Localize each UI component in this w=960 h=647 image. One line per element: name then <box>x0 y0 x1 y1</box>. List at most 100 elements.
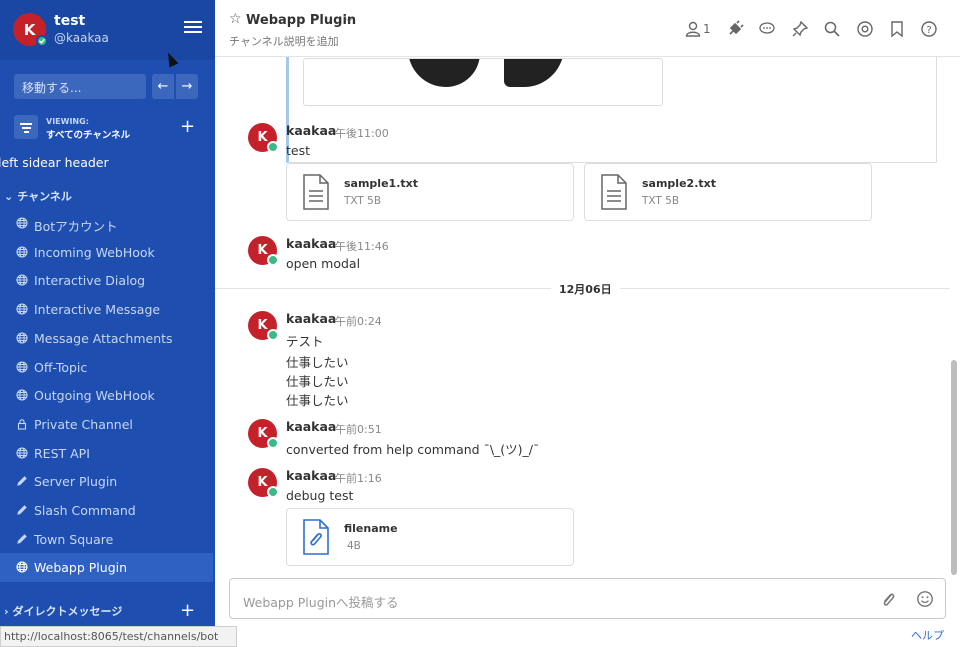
help-icon[interactable]: ? <box>920 20 938 38</box>
channel-label: Slash Command <box>34 503 136 518</box>
online-status-icon <box>36 35 48 47</box>
globe-icon <box>16 332 28 344</box>
sidebar-channel-item[interactable]: Server Plugin <box>0 467 213 496</box>
status-url: http://localhost:8065/test/channels/bot <box>0 626 237 647</box>
channel-label: Town Square <box>34 531 114 547</box>
sidebar-channel-item[interactable]: Botアカウント <box>0 209 213 238</box>
emoji-icon[interactable] <box>916 590 934 608</box>
file-meta: TXT 5B <box>344 195 382 207</box>
direct-messages-title[interactable]: › ダイレクトメッセージ <box>4 603 122 619</box>
svg-text:?: ? <box>926 25 931 36</box>
hamburger-menu-icon[interactable] <box>184 21 202 35</box>
sidebar-channel-item[interactable]: REST API <box>0 439 213 468</box>
help-link[interactable]: ヘルプ <box>911 627 944 643</box>
post-author[interactable]: kaakaa <box>286 311 336 326</box>
sidebar-channel-item[interactable]: Interactive Message <box>0 295 213 324</box>
message-attachment <box>286 57 937 163</box>
file-attachment[interactable]: filename 4B <box>286 508 574 566</box>
sidebar-channel-item[interactable]: Webapp Plugin <box>0 553 213 583</box>
channel-label: Interactive Message <box>34 302 161 318</box>
globe-icon <box>16 561 28 573</box>
channel-label: Off-Topic <box>34 359 88 375</box>
online-status-icon <box>267 437 279 449</box>
channel-label: Interactive Dialog <box>34 273 146 289</box>
back-arrow-icon[interactable]: ← <box>152 74 174 99</box>
channel-label: Server Plugin <box>34 474 118 490</box>
post-author[interactable]: kaakaa <box>286 419 336 434</box>
pencil-icon <box>16 475 28 487</box>
sidebar-channel-item[interactable]: Interactive Dialog <box>0 266 213 295</box>
post-text: open modal <box>286 256 361 271</box>
favorite-star-icon[interactable]: ☆ <box>229 11 242 27</box>
channel-label: Incoming WebHook <box>34 244 155 260</box>
sidebar-channel-item[interactable]: Town Square <box>0 525 213 554</box>
sidebar-channel-item[interactable]: Slash Command <box>0 496 213 525</box>
channel-label: REST API <box>34 445 90 461</box>
post-author[interactable]: kaakaa <box>286 468 336 483</box>
post-text: 仕事したい <box>286 355 349 370</box>
text-file-icon <box>601 174 627 210</box>
online-status-icon <box>267 254 279 266</box>
sidebar-channel-item[interactable]: Incoming WebHook <box>0 238 213 267</box>
globe-icon <box>16 303 28 315</box>
attachment-image[interactable] <box>303 58 663 106</box>
channel-label: Webapp Plugin <box>34 560 128 576</box>
post-author[interactable]: kaakaa <box>286 236 336 251</box>
globe-icon <box>16 389 28 401</box>
sidebar-channel-item[interactable]: Private Channel <box>0 410 213 439</box>
member-icon[interactable] <box>684 20 702 38</box>
sidebar: K test @kaakaa 移動する... ← → VIEWING: すべての… <box>0 0 215 647</box>
sidebar-channel-item[interactable]: Outgoing WebHook <box>0 381 213 410</box>
pencil-icon <box>16 533 28 545</box>
sidebar-channel-item[interactable]: Message Attachments <box>0 324 213 353</box>
post-time[interactable]: 午前0:51 <box>335 421 382 437</box>
add-dm-icon[interactable]: + <box>180 602 195 620</box>
post-text: 仕事したい <box>286 393 349 408</box>
sidebar-channel-item[interactable]: Off-Topic <box>0 353 213 382</box>
channel-name[interactable]: Webapp Plugin <box>246 13 356 28</box>
post-time[interactable]: 午後11:46 <box>335 238 389 254</box>
scrollbar[interactable] <box>951 360 957 575</box>
team-header[interactable]: K test @kaakaa <box>0 0 215 60</box>
jump-to-input[interactable]: 移動する... <box>14 74 146 99</box>
post-time[interactable]: 午後11:00 <box>335 125 389 141</box>
file-name: filename <box>344 522 398 535</box>
viewing-label: VIEWING: <box>46 117 89 126</box>
globe-icon <box>16 217 28 229</box>
viewing-value[interactable]: すべてのチャンネル <box>46 127 130 141</box>
file-attachment[interactable]: sample1.txt TXT 5B <box>286 163 574 221</box>
message-input[interactable]: Webapp Pluginへ投稿する <box>229 578 946 619</box>
username: @kaakaa <box>54 31 109 45</box>
mention-icon[interactable] <box>856 20 874 38</box>
comment-icon[interactable] <box>758 20 776 38</box>
pin-icon[interactable] <box>791 20 809 38</box>
post-text: 仕事したい <box>286 374 349 389</box>
channel-description[interactable]: チャンネル説明を追加 <box>229 33 339 49</box>
channel-label: Private Channel <box>34 416 133 432</box>
date-separator-label: 12月06日 <box>551 281 620 297</box>
plugin-icon[interactable] <box>726 20 744 38</box>
post-time[interactable]: 午前1:16 <box>335 470 382 486</box>
add-channel-icon[interactable]: + <box>180 118 195 136</box>
search-icon[interactable] <box>823 20 841 38</box>
online-status-icon <box>267 486 279 498</box>
file-attachment[interactable]: sample2.txt TXT 5B <box>584 163 872 221</box>
channels-section-title[interactable]: ⌄ チャンネル <box>4 188 72 204</box>
file-meta: 4B <box>347 540 361 552</box>
paperclip-icon[interactable] <box>880 591 896 608</box>
post-author[interactable]: kaakaa <box>286 123 336 138</box>
bookmark-icon[interactable] <box>888 20 906 38</box>
post-text: converted from help command ¯\_(ツ)_/¯ <box>286 442 540 457</box>
post-text: debug test <box>286 488 354 503</box>
member-count[interactable]: 1 <box>703 22 711 36</box>
post-time[interactable]: 午前0:24 <box>335 313 382 329</box>
channel-label: Outgoing WebHook <box>34 388 155 404</box>
filter-icon[interactable] <box>14 115 38 139</box>
online-status-icon <box>267 141 279 153</box>
forward-arrow-icon[interactable]: → <box>176 74 198 99</box>
post-text: test <box>286 143 311 158</box>
message-list: K kaakaa 午後11:00 test sample1.txt TXT 5B… <box>215 57 950 570</box>
left-sidebar-header: left sidear header <box>0 155 109 170</box>
chevron-down-icon[interactable]: ⌵ <box>345 12 353 26</box>
channel-header: ☆ Webapp Plugin ⌵ チャンネル説明を追加 1 ? <box>215 0 960 57</box>
